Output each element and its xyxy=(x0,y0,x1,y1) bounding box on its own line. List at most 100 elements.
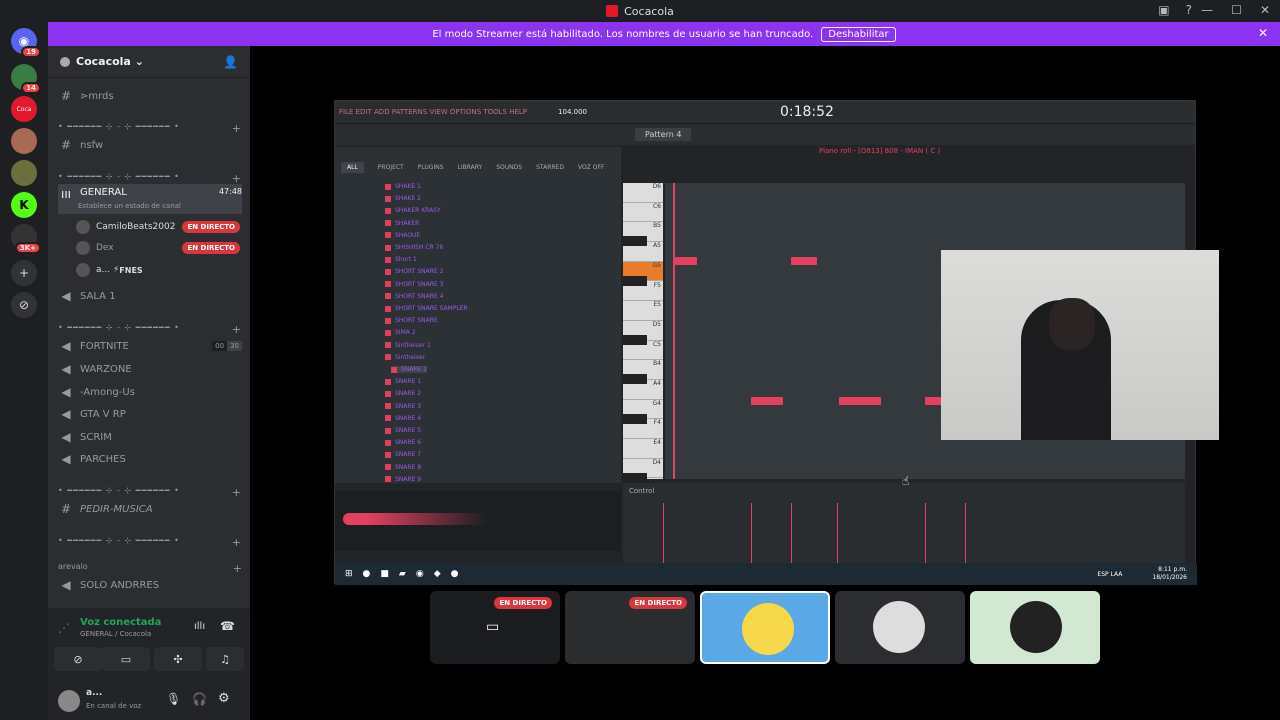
browser-item[interactable]: SIMA 2 xyxy=(385,329,416,336)
browser-item[interactable]: Sintheiser xyxy=(385,354,425,361)
cocacola-server-icon[interactable]: Coca xyxy=(11,96,37,122)
soundboard-button[interactable]: ♫ xyxy=(206,647,244,671)
category-divider[interactable]: • ━━━━━━ ⊹ - ⊹ ━━━━━━ • + xyxy=(58,486,242,499)
browser-item[interactable]: SHORT SNARE 3 xyxy=(385,281,443,288)
category-divider[interactable]: • ━━━━━━ ⊹ - ⊹ ━━━━━━ • + xyxy=(58,323,242,336)
browser-item[interactable]: SNARE 4 xyxy=(385,415,421,422)
invite-icon[interactable]: 👤 xyxy=(223,55,238,69)
voice-channel-warzone[interactable]: ◀ WARZONE xyxy=(58,359,242,379)
camera-button[interactable]: ⊘ xyxy=(54,647,102,671)
user-status: En canal de voz xyxy=(86,702,142,710)
participant-tile[interactable] xyxy=(835,591,965,664)
browser-item[interactable]: SNARE 1 xyxy=(385,378,421,385)
close-banner-icon[interactable]: ✕ xyxy=(1258,26,1268,40)
add-channel-icon[interactable]: + xyxy=(232,323,242,336)
browser-tab: ALL xyxy=(341,161,364,173)
channel-pedir-musica[interactable]: # PEDIR-MUSICA xyxy=(58,499,242,519)
add-server-icon[interactable]: + xyxy=(11,260,37,286)
home-server[interactable]: ◉ 19 xyxy=(11,28,41,58)
browser-item[interactable]: SHISHISH CR 76 xyxy=(385,244,443,251)
voice-user[interactable]: a... ⚡ FNES xyxy=(76,260,240,280)
add-channel-icon[interactable]: + xyxy=(232,486,242,499)
explore-icon[interactable]: ⊘ xyxy=(11,292,37,318)
voice-panel: ⋰ Voz conectada GENERAL / Cocacola ıllı … xyxy=(48,608,250,682)
noise-icon[interactable]: ıllı xyxy=(194,621,205,632)
piano-key: D6 xyxy=(623,183,663,203)
voice-channel-scrim[interactable]: ◀ SCRIM xyxy=(58,427,242,447)
maximize-button[interactable]: ☐ xyxy=(1231,3,1242,17)
server-icon[interactable]: 14 xyxy=(11,64,41,94)
add-channel-icon[interactable]: + xyxy=(232,122,242,135)
voice-channel-parches[interactable]: ◀ PARCHES xyxy=(58,449,242,469)
category-divider[interactable]: • ━━━━━━ ⊹ - ⊹ ━━━━━━ • + xyxy=(58,536,242,549)
voice-channel-general[interactable]: ııı GENERAL 47:48 Establece un estado de … xyxy=(58,184,242,214)
avatar[interactable] xyxy=(58,690,80,712)
browser-item[interactable]: Short 1 xyxy=(385,256,417,263)
control-lane: Control xyxy=(623,483,1185,563)
server-icon[interactable] xyxy=(11,128,37,154)
browser-item[interactable]: SNARE 7 xyxy=(385,451,421,458)
browser-item[interactable]: SHORT SNARE 4 xyxy=(385,293,443,300)
add-channel-icon[interactable]: + xyxy=(232,536,242,549)
live-badge: EN DIRECTO xyxy=(182,221,240,233)
server-icon[interactable] xyxy=(11,160,37,186)
close-button[interactable]: ✕ xyxy=(1260,3,1270,17)
headphones-icon[interactable]: 🎧 xyxy=(192,692,207,706)
speaker-icon: ◀ xyxy=(61,578,71,592)
browser-item[interactable]: SHORT SNARE xyxy=(385,317,438,324)
stream-tile[interactable]: EN DIRECTO xyxy=(565,591,695,664)
activities-button[interactable]: ✣ xyxy=(154,647,202,671)
voice-status: Voz conectada xyxy=(80,617,162,628)
participant-tile[interactable] xyxy=(700,591,830,664)
voice-channel-sala[interactable]: ◀ SALA 1 xyxy=(58,286,242,306)
server-icon[interactable]: 3K+ xyxy=(11,224,41,254)
voice-channel-fortnite[interactable]: ◀ FORTNITE 00 30 xyxy=(58,336,242,356)
channel-status[interactable]: Establece un estado de canal xyxy=(78,202,181,210)
help-icon[interactable]: ? xyxy=(1186,3,1192,17)
share-screen-button[interactable]: ▭ xyxy=(102,647,150,671)
browser-item[interactable]: Sintheiser 1 xyxy=(385,342,431,349)
server-header[interactable]: Cocacola ⌄ 👤 xyxy=(48,46,250,78)
browser-item[interactable]: SNARE 8 xyxy=(385,464,421,471)
kick-server-icon[interactable]: K xyxy=(11,192,37,218)
channel-mrds[interactable]: # ⋗mrds xyxy=(58,86,242,106)
disconnect-icon[interactable]: ☎ xyxy=(220,619,235,633)
voice-channel-among[interactable]: ◀ -Among-Us xyxy=(58,382,242,402)
add-channel-icon[interactable]: + xyxy=(233,562,242,575)
browser-item[interactable]: SHAKER KRASY xyxy=(385,207,441,214)
category-arevalo[interactable]: arevalo + xyxy=(58,562,242,575)
voice-location[interactable]: GENERAL / Cocacola xyxy=(80,630,151,638)
browser-item[interactable]: SHORT SNARE 2 xyxy=(385,268,443,275)
minimize-button[interactable]: — xyxy=(1201,3,1213,17)
microphone-icon[interactable]: 🎙 xyxy=(166,692,181,706)
participant-tile[interactable] xyxy=(970,591,1100,664)
banner-text: El modo Streamer está habilitado. Los no… xyxy=(432,28,814,40)
screen-share-icon: ▭ xyxy=(486,619,500,635)
browser-item[interactable]: SNARE 3 xyxy=(385,403,421,410)
browser-item[interactable]: SNARE 6 xyxy=(385,439,421,446)
inbox-icon[interactable]: ▣ xyxy=(1158,3,1169,17)
stream-tile[interactable]: EN DIRECTO ▭ xyxy=(430,591,560,664)
browser-item[interactable]: SNARE 2 xyxy=(391,366,428,373)
browser-item[interactable]: SHORT SNARE SAMPLER xyxy=(385,305,468,312)
waveform-preview xyxy=(335,491,621,551)
browser-item[interactable]: SNARE 9 xyxy=(385,476,421,483)
voice-channel-gta[interactable]: ◀ GTA V RP xyxy=(58,404,242,424)
piano-key: E5 xyxy=(623,301,663,321)
browser-item[interactable]: SNARE 5 xyxy=(385,427,421,434)
browser-item[interactable]: SHAKE 2 xyxy=(385,195,421,202)
browser-item[interactable]: SNARE 2 xyxy=(385,390,421,397)
channel-nsfw[interactable]: # nsfw xyxy=(58,135,242,155)
channel-label: FORTNITE xyxy=(80,340,129,352)
taskbar-app-icon: ● xyxy=(450,569,459,579)
settings-gear-icon[interactable]: ⚙ xyxy=(218,691,230,706)
browser-item[interactable]: SHAKE 1 xyxy=(385,183,421,190)
channel-solo-andrres[interactable]: ◀ SOLO ANDRRES xyxy=(58,575,242,595)
disable-streamer-button[interactable]: Deshabilitar xyxy=(821,26,896,42)
voice-user[interactable]: Dex EN DIRECTO xyxy=(76,238,240,258)
browser-item[interactable]: SHAKER xyxy=(385,220,419,227)
voice-user[interactable]: CamiloBeats2002 EN DIRECTO xyxy=(76,217,240,237)
speaker-icon: ◀ xyxy=(61,407,71,421)
category-divider[interactable]: • ━━━━━━ ⊹ - ⊹ ━━━━━━ • + xyxy=(58,122,242,135)
browser-item[interactable]: SHAOUE xyxy=(385,232,420,239)
